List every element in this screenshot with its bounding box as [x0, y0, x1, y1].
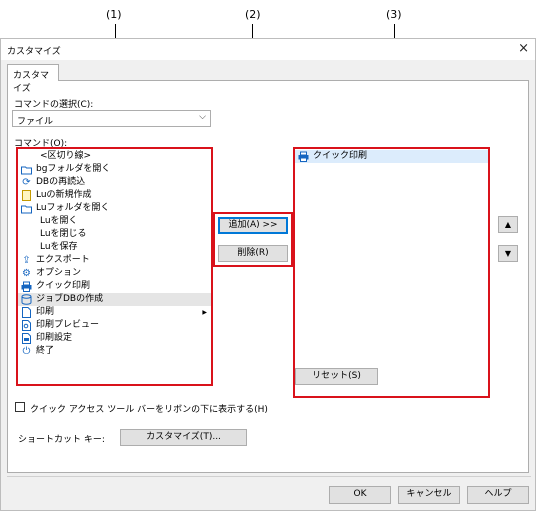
- list-item-label: クイック印刷: [313, 151, 368, 161]
- list-item[interactable]: Luを閉じる: [18, 228, 211, 241]
- callout-1: (1): [106, 8, 122, 21]
- list-item[interactable]: ⇪ エクスポート: [18, 254, 211, 267]
- list-item-selected[interactable]: ジョブDBの作成: [18, 293, 211, 306]
- new-file-icon: [21, 190, 32, 201]
- list-item-label: DBの再読込: [36, 177, 86, 187]
- list-item[interactable]: ⏻ 終了: [18, 345, 211, 358]
- folder-icon: [21, 164, 32, 175]
- list-item[interactable]: ⚙ オプション: [18, 267, 211, 280]
- exit-icon: ⏻: [22, 346, 31, 357]
- chevron-down-icon: ⌵: [199, 112, 206, 122]
- list-item-label: 印刷プレビュー: [36, 320, 100, 330]
- list-item[interactable]: 印刷設定: [18, 332, 211, 345]
- ok-button[interactable]: OK: [329, 486, 391, 504]
- list-item-label: 終了: [36, 346, 55, 356]
- list-item-label: ジョブDBの作成: [36, 294, 104, 304]
- list-item[interactable]: クイック印刷: [18, 280, 211, 293]
- list-item-label: 印刷: [36, 307, 55, 317]
- list-item-label: 印刷設定: [36, 333, 73, 343]
- move-down-button[interactable]: ▼: [498, 245, 518, 262]
- checkbox-label: クイック アクセス ツール バーをリボンの下に表示する(H): [30, 405, 268, 415]
- divider: [7, 476, 531, 477]
- list-item[interactable]: <区切り線>: [18, 150, 211, 163]
- window-title: カスタマイズ: [7, 47, 61, 57]
- list-item-label: エクスポート: [36, 255, 90, 265]
- customize-dialog: カスタマイズ × カスタマイズ コマンドの選択(C): ファイル ⌵ コマンド(…: [0, 38, 536, 511]
- move-up-button[interactable]: ▲: [498, 216, 518, 233]
- quick-access-list[interactable]: クイック印刷: [293, 147, 490, 398]
- list-item[interactable]: Luを開く: [18, 215, 211, 228]
- printer-icon: [21, 281, 32, 292]
- command-select-label: コマンドの選択(C):: [14, 100, 94, 110]
- show-below-ribbon-checkbox[interactable]: [15, 402, 25, 412]
- title-bar: カスタマイズ ×: [1, 39, 535, 60]
- close-icon[interactable]: ×: [518, 41, 529, 56]
- list-item[interactable]: クイック印刷: [295, 150, 488, 163]
- list-item[interactable]: 印刷プレビュー: [18, 319, 211, 332]
- add-button[interactable]: 追加(A) >>: [218, 217, 288, 234]
- print-settings-icon: [21, 333, 32, 344]
- folder-icon: [21, 203, 32, 214]
- list-item[interactable]: 印刷 ▶: [18, 306, 211, 319]
- options-icon: ⚙: [22, 268, 31, 279]
- callout-2: (2): [245, 8, 261, 21]
- document-icon: [21, 307, 32, 318]
- shortcut-label: ショートカット キー:: [18, 435, 105, 445]
- list-item[interactable]: Luフォルダを開く: [18, 202, 211, 215]
- list-item-label: bgフォルダを開く: [36, 164, 111, 174]
- list-item-label: Luを閉じる: [40, 229, 87, 239]
- tab-customize[interactable]: カスタマイズ: [7, 64, 59, 94]
- submenu-arrow-icon: ▶: [202, 309, 207, 316]
- list-item[interactable]: Luを保存: [18, 241, 211, 254]
- list-item-label: Luを保存: [40, 242, 78, 252]
- list-item-label: <区切り線>: [40, 151, 92, 161]
- command-select-dropdown[interactable]: ファイル ⌵: [12, 110, 211, 127]
- list-item[interactable]: bgフォルダを開く: [18, 163, 211, 176]
- help-button[interactable]: ヘルプ: [467, 486, 529, 504]
- callout-3: (3): [386, 8, 402, 21]
- preview-icon: [21, 320, 32, 331]
- list-item[interactable]: Luの新規作成: [18, 189, 211, 202]
- list-item-label: Luの新規作成: [36, 190, 92, 200]
- remove-button[interactable]: 削除(R): [218, 245, 288, 262]
- list-item-label: Luを開く: [40, 216, 78, 226]
- printer-icon: [298, 151, 309, 162]
- cancel-button[interactable]: キャンセル: [398, 486, 460, 504]
- reset-button[interactable]: リセット(S): [295, 368, 378, 385]
- command-list[interactable]: <区切り線> bgフォルダを開く ⟳ DBの再読込 Luの新規作成 Luフォルダ…: [16, 147, 213, 386]
- list-item-label: クイック印刷: [36, 281, 91, 291]
- refresh-icon: ⟳: [22, 177, 31, 188]
- list-item[interactable]: ⟳ DBの再読込: [18, 176, 211, 189]
- export-icon: ⇪: [22, 255, 31, 266]
- list-item-label: Luフォルダを開く: [36, 203, 110, 213]
- customize-shortcut-button[interactable]: カスタマイズ(T)...: [120, 429, 247, 446]
- list-item-label: オプション: [36, 268, 82, 278]
- command-select-value: ファイル: [17, 117, 54, 127]
- database-icon: [21, 294, 32, 305]
